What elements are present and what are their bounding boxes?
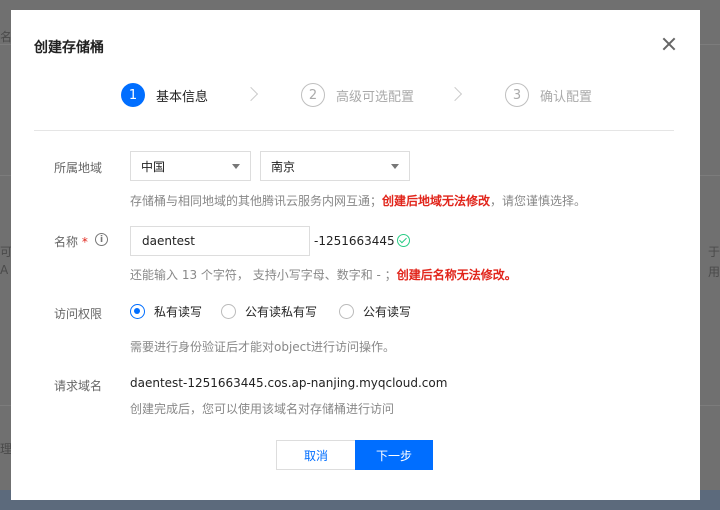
region-label: 所属地域 <box>54 161 103 175</box>
radio-indicator <box>221 304 236 319</box>
country-select-value: 中国 <box>141 159 166 174</box>
info-icon[interactable]: i <box>95 233 108 246</box>
name-label-text: 名称 <box>54 235 79 249</box>
city-select-value: 南京 <box>271 159 296 174</box>
bucket-name-value: daentest <box>142 234 196 248</box>
name-hint-warning: 创建后名称无法修改。 <box>396 268 517 282</box>
region-hint-tail: ，请您谨慎选择。 <box>490 194 587 208</box>
radio-label: 私有读写 <box>154 305 203 319</box>
chevron-down-icon <box>391 164 399 169</box>
divider <box>34 130 674 131</box>
cancel-button[interactable]: 取消 <box>276 440 356 470</box>
domain-hint: 创建完成后，您可以使用该域名对存储桶进行访问 <box>130 402 395 416</box>
step-number: 3 <box>505 83 529 107</box>
access-hint: 需要进行身份验证后才能对object进行访问操作。 <box>130 340 395 354</box>
region-hint-warning: 创建后地域无法修改 <box>382 194 491 208</box>
stepper: 1 基本信息 2 高级可选配置 3 确认配置 <box>11 83 700 109</box>
name-hint-text: 还能输入 13 个字符， 支持小写字母、数字和 - ； <box>130 268 397 282</box>
radio-indicator <box>130 304 145 319</box>
domain-label: 请求域名 <box>54 379 103 393</box>
next-button[interactable]: 下一步 <box>355 440 433 470</box>
access-label: 访问权限 <box>54 307 103 321</box>
bg-edge-text: 用 <box>708 265 720 279</box>
create-bucket-dialog: 创建存储桶 1 基本信息 2 高级可选配置 3 确认配置 所属地域 中国 南京 … <box>11 10 700 500</box>
bg-edge-text: A <box>0 263 9 277</box>
step-label: 确认配置 <box>540 89 593 105</box>
name-hint: 还能输入 13 个字符， 支持小写字母、数字和 - ；创建后名称无法修改。 <box>130 266 517 283</box>
radio-private-rw[interactable]: 私有读写 <box>130 303 202 320</box>
step-advanced-config: 2 高级可选配置 <box>301 83 414 107</box>
radio-indicator <box>339 304 354 319</box>
region-hint: 存储桶与相同地域的其他腾讯云服务内网互通；创建后地域无法修改，请您谨慎选择。 <box>130 192 586 209</box>
bucket-name-input[interactable]: daentest <box>130 226 310 256</box>
chevron-down-icon <box>232 164 240 169</box>
request-domain: daentest-1251663445.cos.ap-nanjing.myqcl… <box>130 376 448 390</box>
close-icon[interactable] <box>659 35 679 55</box>
step-label: 基本信息 <box>156 89 209 105</box>
radio-public-r-private-w[interactable]: 公有读私有写 <box>221 303 317 320</box>
name-label: 名称 * <box>54 233 88 250</box>
dialog-title: 创建存储桶 <box>34 40 104 56</box>
city-select[interactable]: 南京 <box>260 151 410 181</box>
country-select[interactable]: 中国 <box>130 151 251 181</box>
bg-edge-text: 于 <box>708 245 720 259</box>
step-confirm: 3 确认配置 <box>505 83 592 107</box>
region-hint-text: 存储桶与相同地域的其他腾讯云服务内网互通； <box>130 194 383 208</box>
step-label: 高级可选配置 <box>336 89 415 105</box>
radio-label: 公有读写 <box>363 305 412 319</box>
radio-public-rw[interactable]: 公有读写 <box>339 303 411 320</box>
required-mark: * <box>81 235 88 249</box>
step-basic-info: 1 基本信息 <box>121 83 208 107</box>
radio-label: 公有读私有写 <box>245 305 318 319</box>
check-circle-icon <box>397 234 410 247</box>
step-number: 2 <box>301 83 325 107</box>
step-number: 1 <box>121 83 145 107</box>
appid-suffix: -1251663445 <box>314 234 395 248</box>
